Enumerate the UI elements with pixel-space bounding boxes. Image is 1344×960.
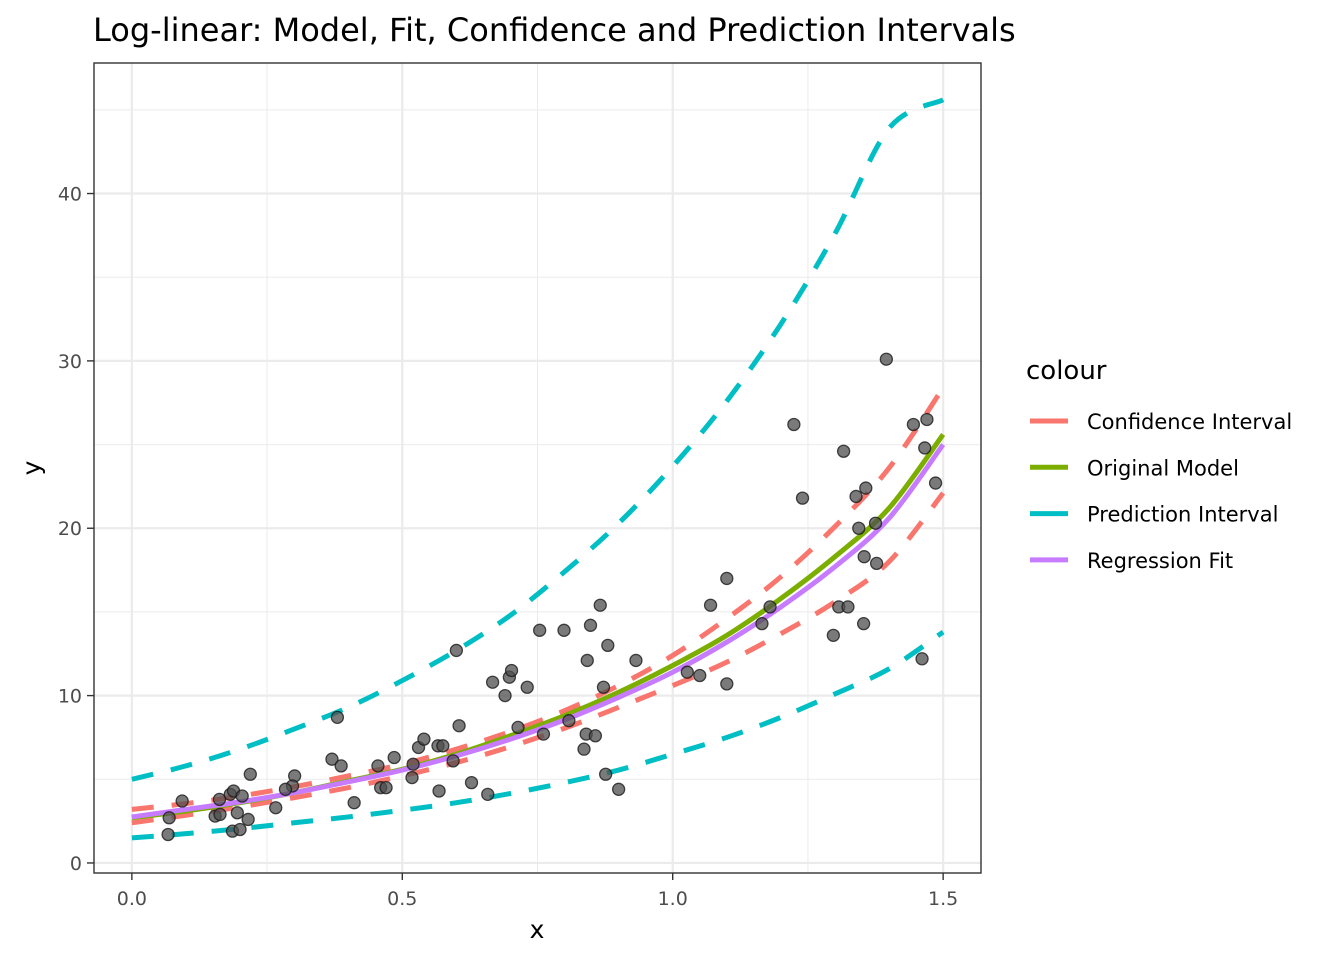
data-point bbox=[446, 754, 460, 768]
legend-title: colour bbox=[1026, 356, 1107, 386]
data-point bbox=[856, 616, 871, 631]
x-tick-label: 0.0 bbox=[117, 888, 147, 910]
y-axis: 0 10 20 30 40 bbox=[58, 184, 94, 875]
data-point bbox=[859, 481, 873, 495]
data-point bbox=[235, 789, 249, 803]
data-point bbox=[869, 556, 884, 571]
data-point bbox=[498, 688, 512, 703]
data-point bbox=[485, 675, 500, 689]
data-point bbox=[452, 719, 466, 733]
data-point bbox=[836, 444, 851, 458]
data-point bbox=[928, 476, 943, 490]
points bbox=[161, 352, 943, 842]
data-point bbox=[879, 352, 894, 366]
data-point bbox=[504, 663, 519, 678]
y-tick-label: 10 bbox=[58, 686, 82, 708]
data-point bbox=[593, 598, 607, 612]
data-point bbox=[243, 767, 257, 781]
data-point bbox=[596, 680, 611, 694]
y-tick-label: 0 bbox=[70, 853, 82, 875]
data-point bbox=[175, 794, 189, 808]
data-point bbox=[629, 653, 643, 668]
legend: colour Confidence Interval Original Model… bbox=[1026, 356, 1292, 573]
data-point bbox=[703, 598, 718, 612]
data-point bbox=[371, 759, 385, 773]
data-point bbox=[233, 822, 247, 837]
data-point bbox=[857, 550, 871, 564]
y-axis-title: y bbox=[17, 460, 46, 475]
data-point bbox=[787, 417, 801, 432]
data-point bbox=[269, 801, 283, 815]
data-point bbox=[347, 796, 361, 810]
data-point bbox=[511, 720, 525, 735]
data-point bbox=[464, 775, 479, 790]
data-point bbox=[577, 742, 591, 756]
data-point bbox=[906, 417, 921, 432]
data-point bbox=[212, 792, 227, 807]
data-point bbox=[915, 652, 929, 666]
data-point bbox=[330, 710, 345, 725]
data-point bbox=[557, 623, 571, 637]
x-axis-title: x bbox=[530, 915, 545, 944]
data-point bbox=[406, 757, 420, 771]
data-point bbox=[241, 812, 255, 827]
data-point bbox=[583, 618, 598, 632]
data-point bbox=[795, 491, 810, 505]
data-point bbox=[432, 784, 446, 798]
data-point bbox=[520, 680, 534, 694]
data-point bbox=[841, 600, 855, 614]
data-point bbox=[481, 787, 495, 801]
data-point bbox=[826, 628, 840, 643]
chart: Log-linear: Model, Fit, Confidence and P… bbox=[17, 11, 1292, 944]
y-tick-label: 30 bbox=[58, 351, 82, 373]
data-point bbox=[852, 521, 866, 535]
data-point bbox=[720, 571, 734, 586]
y-tick-label: 20 bbox=[58, 518, 82, 540]
data-point bbox=[405, 770, 419, 785]
data-point bbox=[379, 780, 393, 795]
data-point bbox=[755, 616, 769, 631]
data-point bbox=[580, 653, 594, 668]
data-point bbox=[278, 782, 293, 796]
x-axis: 0.0 0.5 1.0 1.5 bbox=[117, 873, 958, 910]
data-point bbox=[162, 811, 176, 825]
data-point bbox=[920, 412, 934, 427]
chart-title: Log-linear: Model, Fit, Confidence and P… bbox=[93, 11, 1016, 49]
data-point bbox=[598, 767, 613, 781]
data-point bbox=[334, 759, 348, 773]
data-point bbox=[230, 806, 244, 820]
x-tick-label: 0.5 bbox=[387, 888, 417, 910]
data-point bbox=[387, 750, 401, 765]
data-point bbox=[161, 827, 175, 842]
data-point bbox=[449, 643, 464, 658]
data-point bbox=[417, 732, 431, 746]
data-point bbox=[849, 489, 863, 504]
data-point bbox=[562, 714, 576, 728]
y-tick-label: 40 bbox=[58, 184, 82, 206]
legend-label: Confidence Interval bbox=[1087, 410, 1292, 434]
legend-label: Regression Fit bbox=[1087, 549, 1233, 573]
data-point bbox=[680, 665, 694, 679]
x-tick-label: 1.0 bbox=[658, 888, 688, 910]
data-point bbox=[611, 782, 626, 796]
data-point bbox=[693, 668, 707, 683]
data-point bbox=[763, 600, 777, 614]
data-point bbox=[213, 807, 227, 822]
data-point bbox=[601, 638, 615, 653]
x-tick-label: 1.5 bbox=[928, 888, 958, 910]
data-point bbox=[536, 727, 551, 741]
data-point bbox=[436, 739, 450, 753]
legend-label: Original Model bbox=[1087, 456, 1239, 480]
legend-label: Prediction Interval bbox=[1087, 503, 1278, 527]
data-point bbox=[918, 441, 932, 455]
data-point bbox=[533, 623, 547, 637]
data-point bbox=[868, 516, 883, 530]
data-point bbox=[588, 729, 603, 743]
data-point bbox=[720, 677, 734, 691]
